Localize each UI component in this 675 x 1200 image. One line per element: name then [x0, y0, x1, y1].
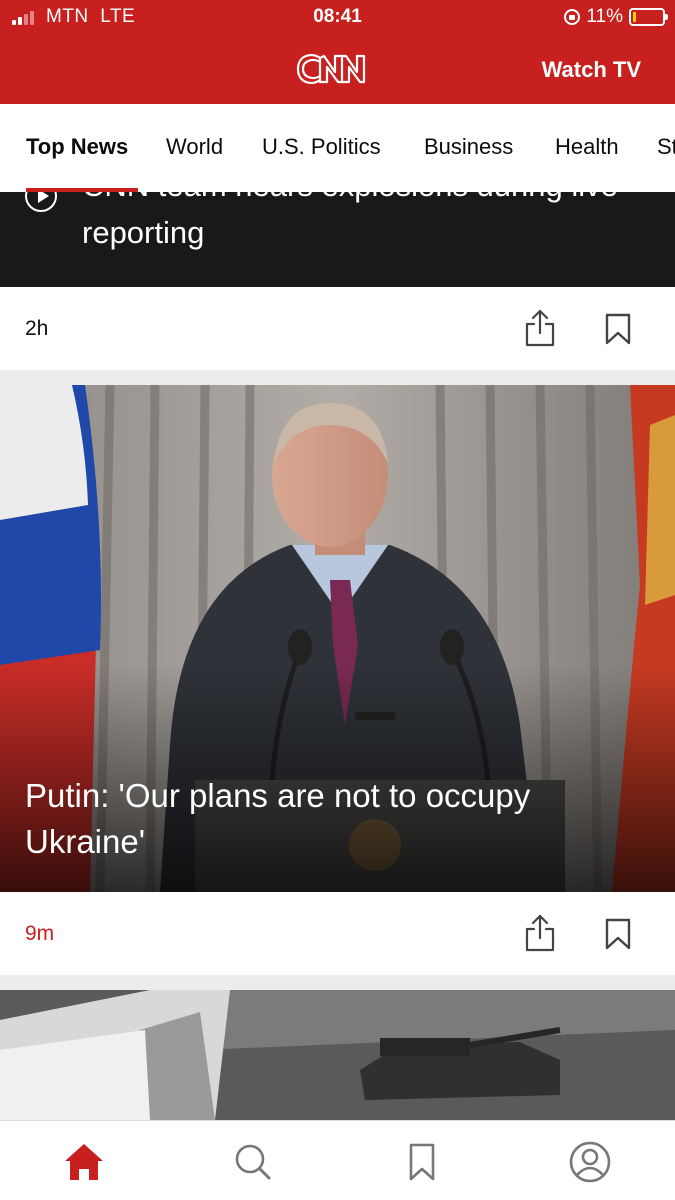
tank-footage-image [0, 990, 675, 1120]
share-icon[interactable] [522, 913, 558, 953]
share-icon[interactable] [522, 308, 558, 348]
active-tab-indicator [26, 188, 138, 192]
section-tabs: Top News World U.S. Politics Business He… [0, 104, 675, 192]
video-story-card[interactable]: CNN team hears explosions during live re… [0, 192, 675, 287]
bookmark-icon[interactable] [603, 312, 633, 346]
app-header: MTN LTE 08:41 11% Watch TV [0, 0, 675, 104]
battery-icon [629, 8, 668, 26]
story-meta-row: 2h [0, 287, 675, 370]
watch-tv-button[interactable]: Watch TV [542, 57, 641, 83]
cnn-logo[interactable] [294, 48, 380, 90]
tab-style[interactable]: St [657, 134, 675, 160]
story-meta-row: 9m [0, 892, 675, 975]
battery-area: 11% [564, 6, 668, 28]
bookmark-icon[interactable] [603, 917, 633, 951]
bookmark-icon[interactable] [400, 1141, 444, 1183]
battery-fill [633, 12, 636, 22]
tab-us-politics[interactable]: U.S. Politics [262, 134, 381, 160]
search-icon[interactable] [231, 1141, 275, 1183]
battery-percent: 11% [586, 6, 623, 27]
story-timestamp: 9m [25, 922, 55, 945]
video-story-title: CNN team hears explosions during live re… [82, 192, 618, 250]
cnn-app-screen: MTN LTE 08:41 11% Watch TV Top News Worl… [0, 0, 675, 1200]
tab-business[interactable]: Business [424, 134, 513, 160]
tab-top-news[interactable]: Top News [26, 134, 128, 160]
play-icon [25, 192, 57, 212]
status-bar: MTN LTE 08:41 11% [0, 0, 675, 36]
orientation-lock-icon [564, 9, 581, 25]
story-timestamp: 2h [25, 317, 49, 340]
home-icon[interactable] [62, 1141, 106, 1183]
profile-icon[interactable] [568, 1141, 612, 1183]
bottom-nav-bar [0, 1120, 675, 1200]
story-image[interactable] [0, 990, 675, 1120]
tab-health[interactable]: Health [555, 134, 619, 160]
tab-world[interactable]: World [166, 134, 223, 160]
hero-story-title[interactable]: Putin: 'Our plans are not to occupy Ukra… [25, 773, 645, 865]
